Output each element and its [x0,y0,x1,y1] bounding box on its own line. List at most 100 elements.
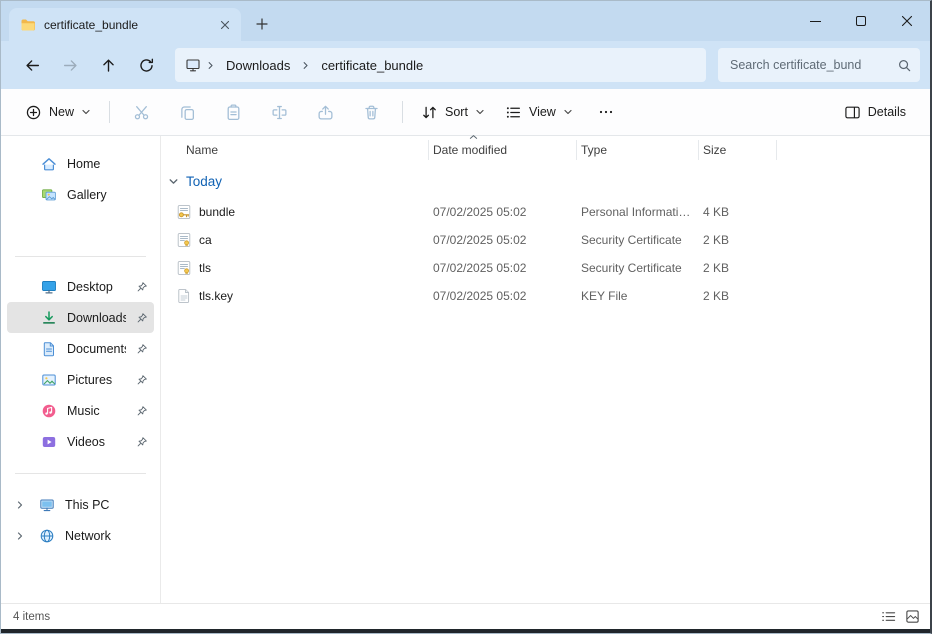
pin-icon [136,281,148,293]
up-icon[interactable] [89,47,127,83]
copy-icon[interactable] [167,95,207,129]
search-box [718,48,920,82]
key-file-icon [176,288,192,304]
file-type: Personal Informati… [577,205,699,219]
sidebar-item-videos[interactable]: Videos [7,426,154,457]
toolbar-separator [402,101,403,123]
chevron-down-icon [81,107,91,117]
new-tab-icon[interactable] [249,11,275,37]
file-name: ca [199,233,212,247]
explorer-tab[interactable]: certificate_bundle [9,8,241,41]
more-icon[interactable] [586,95,626,129]
column-header-name[interactable]: Name [161,140,429,160]
monitor-icon[interactable] [185,57,201,73]
file-size: 2 KB [699,261,777,275]
details-button[interactable]: Details [834,95,916,129]
chevron-right-icon[interactable] [300,61,311,70]
column-headers: Name Date modified Type Size [161,136,930,164]
security-certificate-icon [176,232,192,248]
pictures-icon [41,372,57,388]
file-date-modified: 07/02/2025 05:02 [429,205,577,219]
status-bar: 4 items [1,603,930,629]
chevron-right-icon[interactable] [15,500,25,510]
group-label: Today [186,174,222,189]
sidebar-item-desktop[interactable]: Desktop [7,271,154,302]
file-name: tls [199,261,211,275]
group-header-today[interactable]: Today [161,164,930,198]
network-icon [39,528,55,544]
share-icon[interactable] [305,95,345,129]
file-type: Security Certificate [577,261,699,275]
file-row[interactable]: tls.key 07/02/2025 05:02 KEY File 2 KB [161,282,930,310]
refresh-icon[interactable] [127,47,165,83]
sidebar-item-pictures[interactable]: Pictures [7,364,154,395]
chevron-right-icon[interactable] [15,531,25,541]
sidebar-item-gallery[interactable]: Gallery [7,179,154,210]
search-icon[interactable] [897,58,912,73]
details-button-label: Details [868,105,906,119]
toolbar-separator [109,101,110,123]
breadcrumb: Downloads certificate_bundle [175,48,706,82]
column-header-date-modified[interactable]: Date modified [429,140,577,160]
items-count: 4 items [13,611,50,623]
rename-icon[interactable] [259,95,299,129]
forward-icon[interactable] [51,47,89,83]
pin-icon [136,436,148,448]
chevron-down-icon [475,107,485,117]
sidebar-item-this-pc[interactable]: This PC [7,489,154,520]
file-date-modified: 07/02/2025 05:02 [429,233,577,247]
gallery-icon [41,187,57,203]
view-button-label: View [529,105,556,119]
pin-icon [136,374,148,386]
search-input[interactable] [730,58,897,72]
cut-icon[interactable] [121,95,161,129]
videos-icon [41,434,57,450]
maximize-icon[interactable] [838,1,884,41]
sort-button-label: Sort [445,105,468,119]
tab-close-icon[interactable] [215,15,235,35]
view-toggles [876,606,924,628]
sidebar-item-music[interactable]: Music [7,395,154,426]
desktop-icon [41,279,57,295]
this-pc-icon [39,497,55,513]
sidebar-item-downloads[interactable]: Downloads [7,302,154,333]
documents-icon [41,341,57,357]
file-list: Name Date modified Type Size Today [161,136,930,603]
breadcrumb-item-downloads[interactable]: Downloads [220,55,296,76]
column-header-size[interactable]: Size [699,140,777,160]
list-view-icon[interactable] [876,606,900,628]
file-date-modified: 07/02/2025 05:02 [429,261,577,275]
sort-button[interactable]: Sort [411,95,495,129]
sidebar-item-documents[interactable]: Documents [7,333,154,364]
sidebar-item-home[interactable]: Home [7,148,154,179]
details-pane-icon [844,104,861,121]
file-row[interactable]: tls 07/02/2025 05:02 Security Certificat… [161,254,930,282]
new-button[interactable]: New [15,95,101,129]
minimize-icon[interactable] [792,1,838,41]
navigation-pane: Home Gallery Desktop [1,136,161,603]
back-icon[interactable] [13,47,51,83]
sidebar-divider [15,256,146,257]
file-date-modified: 07/02/2025 05:02 [429,289,577,303]
view-button[interactable]: View [495,95,583,129]
window-controls [792,1,930,41]
chevron-down-icon[interactable] [168,176,179,187]
sort-ascending-icon [469,134,478,140]
window-bottom-edge [1,629,930,633]
close-icon[interactable] [884,1,930,41]
paste-icon[interactable] [213,95,253,129]
thumbnail-view-icon[interactable] [900,606,924,628]
chevron-right-icon[interactable] [205,61,216,70]
file-row[interactable]: ca 07/02/2025 05:02 Security Certificate… [161,226,930,254]
file-row[interactable]: bundle 07/02/2025 05:02 Personal Informa… [161,198,930,226]
navigation-bar: Downloads certificate_bundle [1,41,930,89]
music-icon [41,403,57,419]
new-button-label: New [49,105,74,119]
sidebar-divider [15,473,146,474]
delete-icon[interactable] [351,95,391,129]
breadcrumb-item-certificate-bundle[interactable]: certificate_bundle [315,55,429,76]
folder-icon [20,17,36,33]
sidebar-item-network[interactable]: Network [7,520,154,551]
titlebar: certificate_bundle [1,1,930,41]
column-header-type[interactable]: Type [577,140,699,160]
